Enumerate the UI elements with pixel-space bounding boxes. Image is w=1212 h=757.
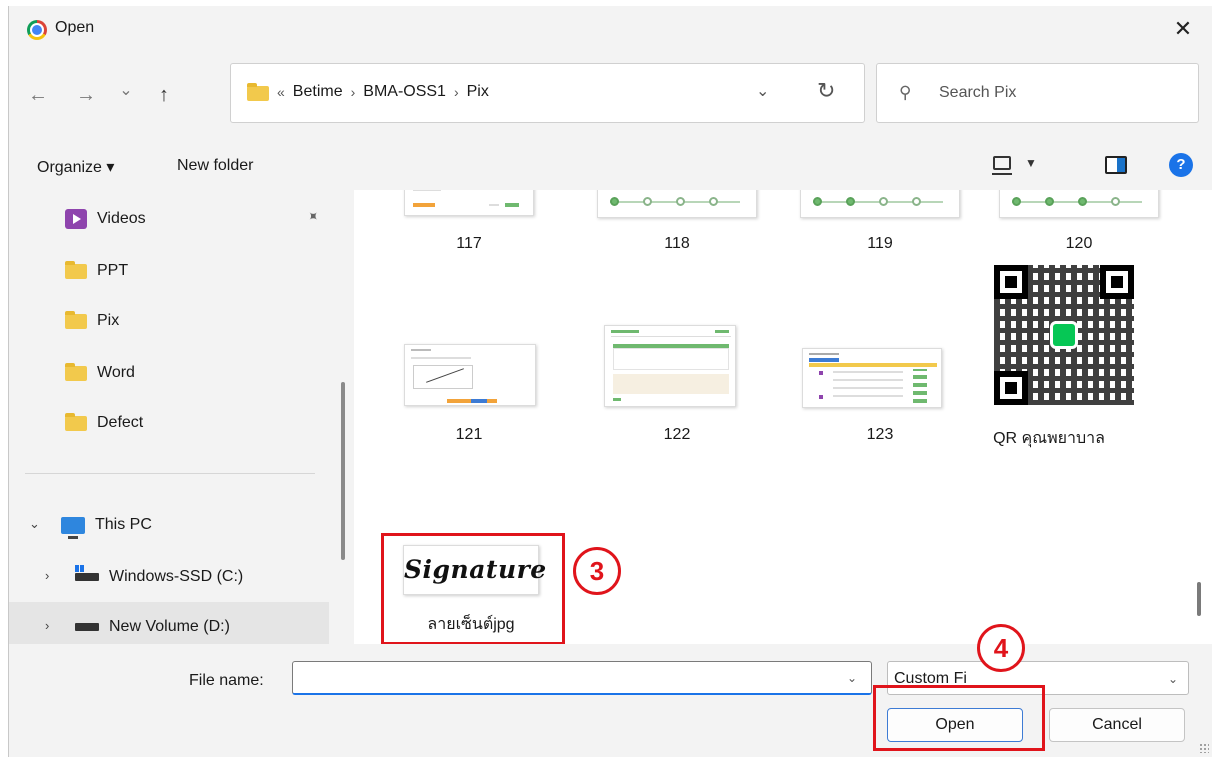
breadcrumb-separator-icon: ›	[350, 84, 356, 100]
folder-icon	[65, 412, 87, 431]
breadcrumb: « Betime › BMA-OSS1 › Pix	[277, 83, 489, 101]
file-name-qr[interactable]: QR คุณพยาบาล	[964, 426, 1134, 451]
file-name-121[interactable]: 121	[369, 426, 569, 444]
breadcrumb-overflow-icon[interactable]: «	[277, 84, 285, 100]
address-dropdown-icon[interactable]: ⌄	[756, 81, 769, 101]
folder-icon	[247, 83, 269, 101]
drive-d-row: New Volume (D:)	[75, 618, 230, 636]
sidebar-item-label: New Volume (D:)	[109, 618, 230, 635]
address-bar[interactable]: « Betime › BMA-OSS1 › Pix ⌄ ↻	[230, 63, 865, 123]
search-icon: ⚲	[899, 83, 912, 102]
breadcrumb-item-betime[interactable]: Betime	[293, 83, 343, 101]
folder-icon	[65, 260, 87, 279]
sidebar-item-label: Defect	[97, 414, 144, 431]
title-bar: Open ✕	[9, 6, 1212, 52]
search-input[interactable]: Search Pix	[939, 84, 1016, 102]
drive-icon	[75, 623, 99, 631]
help-icon[interactable]: ?	[1169, 153, 1193, 177]
sidebar-item-this-pc[interactable]: ⌄ This PC	[9, 500, 329, 550]
file-thumbnail-qr[interactable]	[994, 265, 1134, 405]
preview-pane-icon[interactable]	[1105, 156, 1127, 174]
sidebar-item-label: Windows-SSD (C:)	[109, 568, 244, 585]
file-list: 117 118 119 120 121 122 123 QR คุณพยาบาล…	[354, 190, 1212, 644]
file-name-input[interactable]	[292, 661, 872, 695]
sidebar-item-drive-d[interactable]: › New Volume (D:)	[9, 602, 329, 644]
videos-folder-icon	[65, 209, 87, 229]
file-list-scrollbar[interactable]	[1197, 582, 1201, 616]
qr-finder-icon	[1100, 265, 1134, 299]
resize-grip-icon[interactable]	[1199, 743, 1209, 753]
up-arrow-icon[interactable]: ↑	[149, 80, 179, 110]
file-thumbnail-122[interactable]	[604, 325, 736, 407]
dialog-title: Open	[55, 19, 95, 36]
sidebar-item-drive-c[interactable]: › Windows-SSD (C:)	[9, 552, 329, 602]
annotation-box-step-4	[873, 685, 1045, 751]
computer-icon	[61, 516, 85, 539]
file-name-119[interactable]: 119	[780, 235, 980, 253]
file-name-122[interactable]: 122	[577, 426, 777, 444]
sidebar-item-defect[interactable]: Defect	[9, 398, 329, 448]
forward-arrow-icon[interactable]: →	[71, 80, 101, 110]
sidebar-item-label: This PC	[95, 516, 152, 533]
file-thumbnail-123[interactable]	[802, 348, 942, 408]
line-logo-icon	[1050, 321, 1078, 349]
windows-drive-icon	[75, 565, 99, 581]
recent-locations-chevron-icon[interactable]: ⌄	[111, 76, 141, 106]
open-file-dialog: Open ✕ ← → ⌄ ↑ « Betime › BMA-OSS1 › Pix…	[8, 6, 1212, 757]
command-bar: Organize ▾ New folder ▼ ?	[9, 142, 1212, 190]
expand-chevron-icon[interactable]: ⌄	[29, 516, 40, 532]
sidebar-item-label: Pix	[97, 312, 120, 329]
sidebar-item-label: Videos	[97, 210, 146, 227]
breadcrumb-item-bma-oss1[interactable]: BMA-OSS1	[363, 83, 446, 101]
sidebar-item-ppt[interactable]: PPT	[9, 246, 329, 296]
folder-icon	[65, 362, 87, 381]
file-name-dropdown-icon[interactable]: ⌄	[847, 671, 857, 685]
file-thumbnail-121[interactable]	[404, 344, 536, 406]
file-name-label: File name:	[189, 672, 264, 689]
collapse-chevron-icon[interactable]: ›	[45, 618, 49, 633]
breadcrumb-item-pix[interactable]: Pix	[467, 83, 489, 101]
sidebar-divider	[25, 473, 315, 474]
sidebar-item-pix[interactable]: Pix	[9, 296, 329, 346]
sidebar-item-label: Word	[97, 364, 135, 381]
qr-finder-icon	[994, 371, 1028, 405]
sidebar-item-label: PPT	[97, 262, 129, 279]
file-thumbnail-119[interactable]	[800, 190, 960, 218]
navigation-pane: Videos ✦ PPT Pix Word Defect ⌄ This PC ›…	[9, 190, 354, 644]
pin-icon[interactable]: ✦	[303, 206, 323, 226]
organize-menu-button[interactable]: Organize ▾	[37, 157, 114, 177]
annotation-box-step-3	[381, 533, 565, 644]
view-mode-icon[interactable]	[992, 156, 1012, 175]
file-name-120[interactable]: 120	[979, 235, 1179, 253]
search-box[interactable]: ⚲ Search Pix	[876, 63, 1199, 123]
file-name-123[interactable]: 123	[780, 426, 980, 444]
chrome-icon	[27, 20, 47, 40]
new-folder-button[interactable]: New folder	[177, 157, 253, 175]
file-name-118[interactable]: 118	[577, 235, 777, 253]
qr-finder-icon	[994, 265, 1028, 299]
breadcrumb-separator-icon: ›	[453, 84, 459, 100]
back-arrow-icon[interactable]: ←	[23, 80, 53, 110]
sidebar-item-word[interactable]: Word	[9, 348, 329, 398]
sidebar-scrollbar[interactable]	[341, 382, 345, 560]
view-dropdown-icon[interactable]: ▼	[1025, 156, 1037, 170]
folder-icon	[65, 310, 87, 329]
file-thumbnail-120[interactable]	[999, 190, 1159, 218]
annotation-badge-step-3: 3	[573, 547, 621, 595]
collapse-chevron-icon[interactable]: ›	[45, 568, 49, 583]
annotation-badge-step-4: 4	[977, 624, 1025, 672]
file-name-117[interactable]: 117	[369, 235, 569, 253]
cancel-button[interactable]: Cancel	[1049, 708, 1185, 742]
sidebar-item-videos[interactable]: Videos ✦	[9, 194, 329, 244]
this-pc-row: This PC	[61, 516, 152, 539]
file-thumbnail-117[interactable]	[404, 190, 534, 216]
close-button[interactable]: ✕	[1167, 14, 1199, 44]
drive-c-row: Windows-SSD (C:)	[75, 565, 244, 586]
refresh-icon[interactable]: ↻	[817, 78, 835, 104]
file-thumbnail-118[interactable]	[597, 190, 757, 218]
file-type-dropdown-icon[interactable]: ⌄	[1168, 672, 1178, 686]
